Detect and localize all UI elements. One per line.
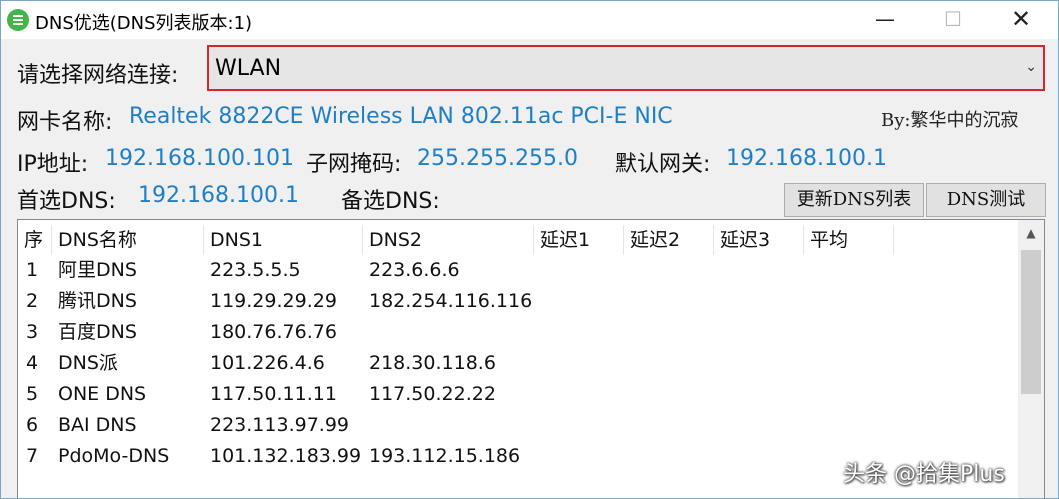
cell-index: 2 [26, 290, 39, 312]
cell-dns2: 182.254.116.116 [369, 290, 533, 312]
title-bar[interactable]: DNS优选(DNS列表版本:1) — ☐ ✕ [1, 1, 1058, 39]
table-row[interactable]: 3 百度DNS 180.76.76.76 [18, 317, 1018, 348]
cell-dns-name: PdoMo-DNS [58, 445, 170, 467]
minimize-button[interactable]: — [851, 1, 919, 39]
table-row[interactable]: 6 BAI DNS 223.113.97.99 [18, 410, 1018, 441]
cell-dns-name: 阿里DNS [58, 259, 137, 281]
column-header-dns-name[interactable]: DNS名称 [52, 225, 204, 255]
ip-address-label: IP地址: [17, 152, 89, 177]
column-header-dns2[interactable]: DNS2 [363, 225, 534, 255]
column-header-index[interactable]: 序 [18, 225, 52, 255]
window-title: DNS优选(DNS列表版本:1) [35, 13, 253, 34]
adapter-name-label: 网卡名称: [17, 110, 113, 135]
chevron-down-icon: ⌄ [1025, 59, 1037, 75]
network-selected-value: WLAN [215, 56, 282, 81]
cell-dns1: 180.76.76.76 [210, 321, 337, 343]
cell-dns2: 223.6.6.6 [369, 259, 460, 281]
subnet-mask-value: 255.255.255.0 [417, 146, 578, 171]
cell-index: 5 [26, 383, 39, 405]
vertical-scrollbar[interactable]: ▲ [1018, 220, 1044, 498]
column-header-latency3[interactable]: 延迟3 [714, 225, 804, 255]
column-header-latency1[interactable]: 延迟1 [534, 225, 624, 255]
scroll-up-arrow-icon[interactable]: ▲ [1018, 220, 1044, 246]
cell-dns1: 101.132.183.99 [210, 445, 362, 467]
cell-dns1: 101.226.4.6 [210, 352, 325, 374]
default-gateway-value: 192.168.100.1 [726, 146, 887, 171]
ip-address-value: 192.168.100.101 [105, 146, 294, 171]
column-header-dns1[interactable]: DNS1 [204, 225, 363, 255]
network-connection-select[interactable]: WLAN ⌄ [207, 45, 1045, 91]
column-header-latency2[interactable]: 延迟2 [624, 225, 714, 255]
subnet-mask-label: 子网掩码: [306, 152, 402, 177]
cell-index: 1 [26, 259, 39, 281]
adapter-name-value: Realtek 8822CE Wireless LAN 802.11ac PCI… [129, 104, 673, 129]
cell-dns-name: 百度DNS [58, 321, 137, 343]
cell-index: 4 [26, 352, 39, 374]
column-header-average[interactable]: 平均 [804, 225, 894, 255]
table-row[interactable]: 2 腾讯DNS 119.29.29.29 182.254.116.116 [18, 286, 1018, 317]
network-select-label: 请选择网络连接: [17, 63, 179, 88]
cell-dns1: 119.29.29.29 [210, 290, 337, 312]
cell-dns2: 218.30.118.6 [369, 352, 496, 374]
cell-index: 6 [26, 414, 39, 436]
cell-dns-name: 腾讯DNS [58, 290, 137, 312]
dns-optimizer-window: DNS优选(DNS列表版本:1) — ☐ ✕ 请选择网络连接: WLAN ⌄ 网… [0, 0, 1059, 499]
table-row[interactable]: 1 阿里DNS 223.5.5.5 223.6.6.6 [18, 255, 1018, 286]
author-credit: By:繁华中的沉寂 [881, 110, 1019, 131]
cell-index: 3 [26, 321, 39, 343]
table-row[interactable]: 4 DNS派 101.226.4.6 218.30.118.6 [18, 348, 1018, 379]
cell-dns1: 223.5.5.5 [210, 259, 301, 281]
cell-dns-name: ONE DNS [58, 383, 147, 405]
cell-dns-name: DNS派 [58, 352, 118, 374]
preferred-dns-label: 首选DNS: [17, 189, 116, 214]
app-logo-icon [7, 9, 29, 31]
dns-test-button[interactable]: DNS测试 [926, 183, 1046, 217]
close-button[interactable]: ✕ [987, 1, 1055, 39]
cell-dns-name: BAI DNS [58, 414, 137, 436]
watermark: 头条 @拾集Plus [843, 462, 1005, 487]
preferred-dns-value: 192.168.100.1 [138, 183, 299, 208]
cell-dns2: 117.50.22.22 [369, 383, 496, 405]
alternate-dns-label: 备选DNS: [341, 189, 440, 214]
cell-dns1: 117.50.11.11 [210, 383, 337, 405]
cell-dns2: 193.112.15.186 [369, 445, 521, 467]
cell-index: 7 [26, 445, 39, 467]
scrollbar-thumb[interactable] [1021, 250, 1041, 394]
table-row[interactable]: 5 ONE DNS 117.50.11.11 117.50.22.22 [18, 379, 1018, 410]
default-gateway-label: 默认网关: [615, 152, 711, 177]
maximize-button[interactable]: ☐ [919, 1, 987, 39]
update-dns-list-button[interactable]: 更新DNS列表 [784, 183, 924, 217]
cell-dns1: 223.113.97.99 [210, 414, 350, 436]
